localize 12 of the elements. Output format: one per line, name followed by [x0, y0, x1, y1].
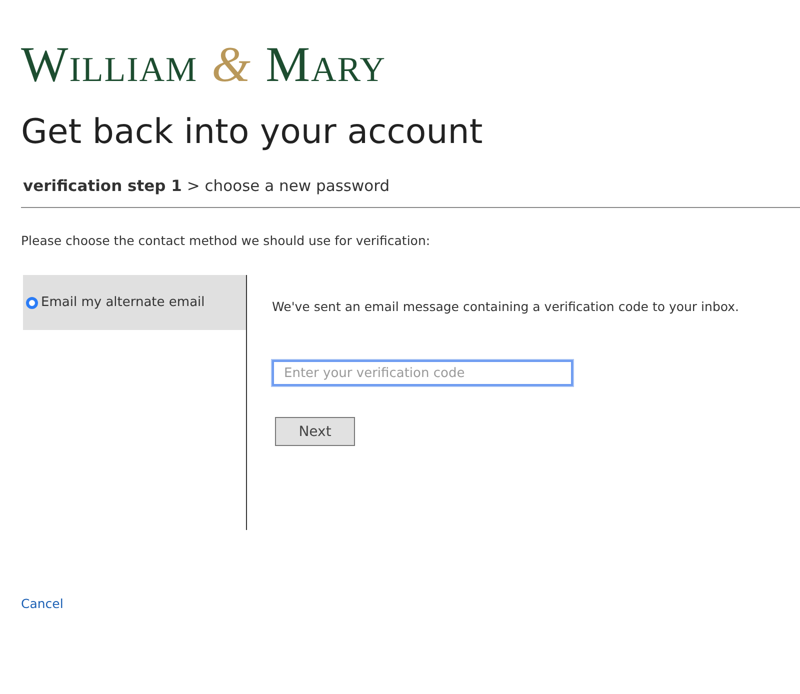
verification-code-field[interactable]: Enter your verification code: [272, 360, 573, 386]
logo-text: William: [21, 36, 198, 92]
logo-ampersand: &: [212, 36, 252, 92]
message-text: We've sent an email message containing a verification code to your inbox.: [272, 299, 740, 315]
radio-button[interactable]: [26, 296, 38, 308]
step-breadcrumb: verification step 1 > choose a new password: [23, 176, 391, 196]
next-button[interactable]: Next: [275, 417, 355, 446]
contact-method-option[interactable]: Email my alternate email: [23, 275, 246, 330]
logo-text: Mary: [266, 36, 386, 92]
cancel-link[interactable]: Cancel: [21, 596, 64, 611]
page-title: Get back into your account: [21, 111, 484, 154]
instruction-text: Please choose the contact method we should use for verification:: [21, 233, 432, 249]
